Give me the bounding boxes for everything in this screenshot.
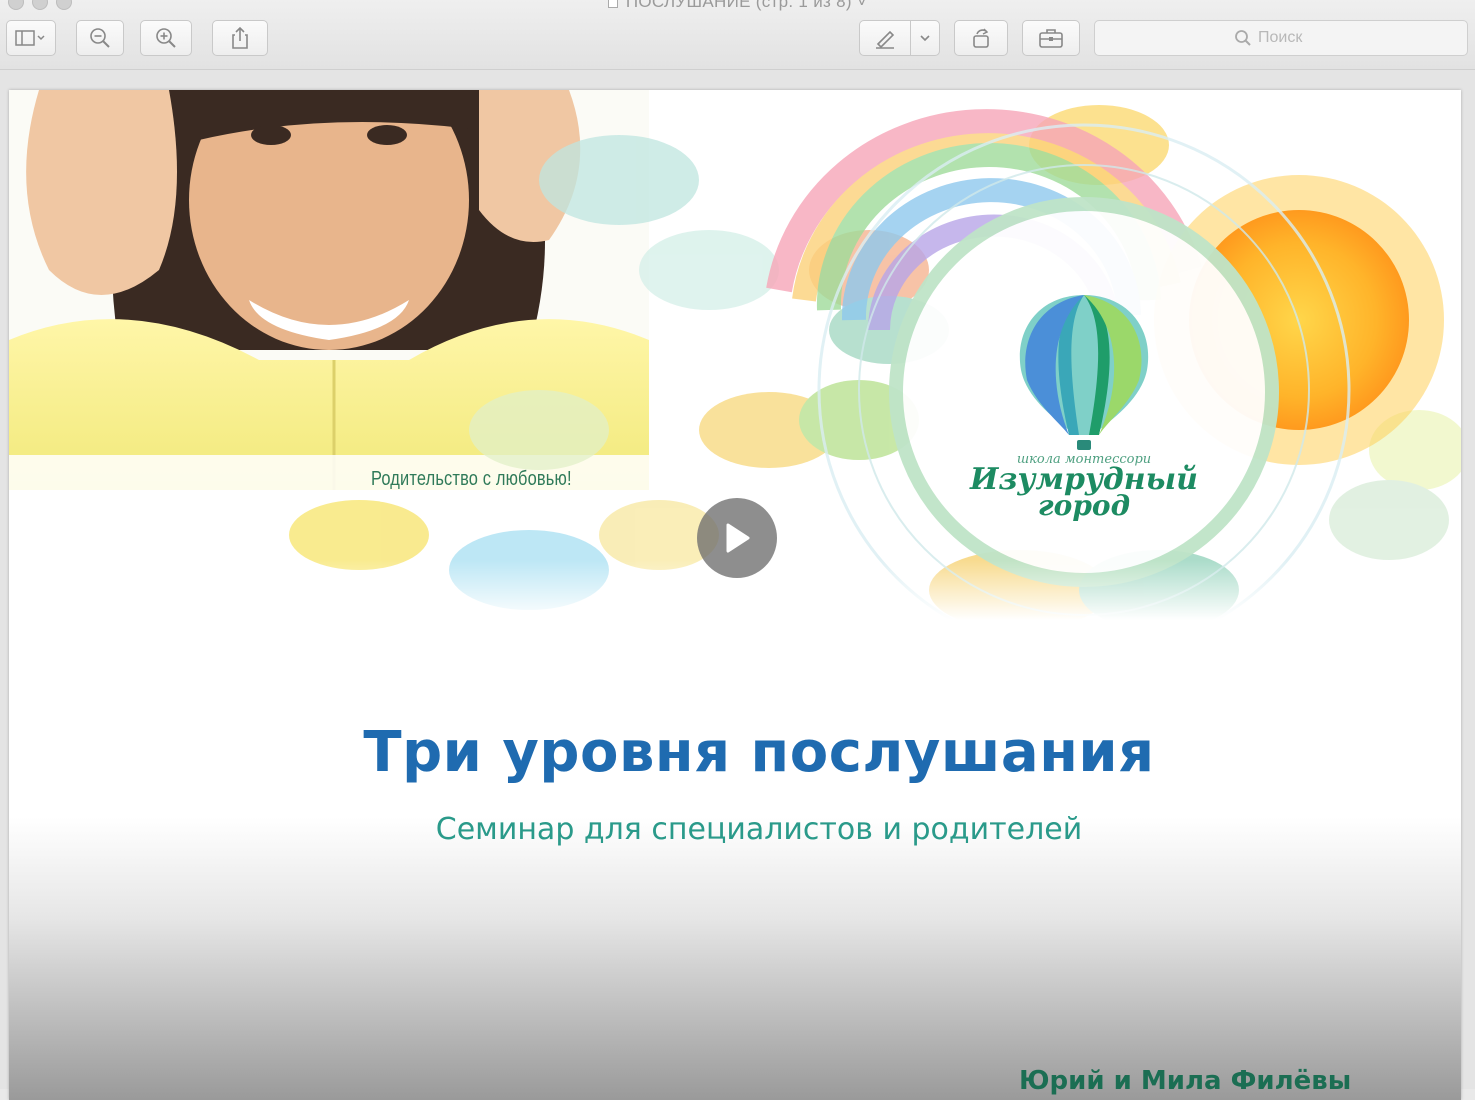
rotate-button[interactable] — [954, 20, 1008, 56]
sidebar-button[interactable] — [6, 20, 56, 56]
play-button[interactable] — [697, 498, 777, 578]
search-icon — [1235, 30, 1251, 46]
share-icon — [232, 26, 248, 49]
rotate-icon — [973, 28, 989, 48]
window-toolbar: ПОСЛУШАНИЕ (стр. 1 из 8) ˅ — [0, 0, 1475, 70]
zoom-in-button[interactable] — [140, 20, 192, 56]
search-field[interactable] — [1094, 20, 1468, 56]
markup-menu-button[interactable] — [910, 20, 940, 56]
school-logo: школа монтессори Изумрудный город — [934, 452, 1234, 520]
toolbox-button[interactable] — [1022, 20, 1080, 56]
slide-title: Три уровня послушания — [363, 720, 1155, 785]
slide-authors: Юрий и Мила Филёвы — [1019, 1066, 1352, 1096]
markup-button[interactable] — [859, 20, 911, 56]
zoom-out-icon — [90, 28, 110, 48]
window-title: ПОСЛУШАНИЕ (стр. 1 из 8) ˅ — [0, 0, 1475, 12]
play-icon — [726, 523, 750, 553]
document-icon — [607, 0, 618, 8]
title-menu-chevron[interactable]: ˅ — [857, 0, 867, 11]
toolbox-icon — [1039, 29, 1063, 48]
zoom-in-icon — [156, 28, 176, 48]
logo-caption: школа монтессори — [1016, 452, 1152, 467]
document-viewer[interactable]: Родительство с любовью! школа монтессори… — [0, 70, 1475, 1100]
zoom-out-button[interactable] — [76, 20, 124, 56]
search-input[interactable] — [1258, 29, 1328, 47]
slide-subtitle: Семинар для специалистов и родителей — [435, 812, 1083, 847]
share-button[interactable] — [212, 20, 268, 56]
banner-slogan: Родительство с любовью! — [371, 468, 572, 490]
slide-page: Родительство с любовью! школа монтессори… — [9, 90, 1461, 1100]
markup-pen-icon — [876, 30, 895, 49]
chevron-down-icon — [920, 35, 930, 42]
sidebar-icon — [15, 30, 45, 46]
